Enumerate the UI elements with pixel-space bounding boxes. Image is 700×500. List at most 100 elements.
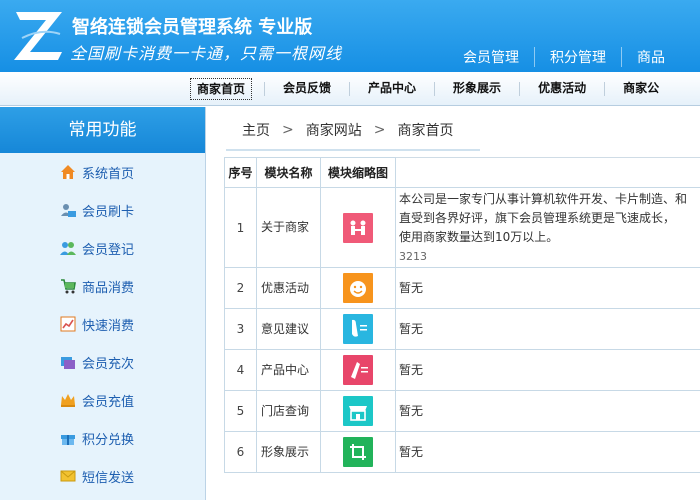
module-table: 序号 模块名称 模块缩略图 1 关于商家 本公司是一家专门从事计算机软件开发、卡… (224, 157, 700, 473)
breadcrumb-home[interactable]: 主页 (242, 120, 270, 140)
row-number: 4 (224, 349, 257, 391)
crop-icon[interactable] (343, 437, 373, 467)
sidebar-item-label: 系统首页 (82, 166, 135, 182)
thumb-cell (320, 390, 396, 432)
logo-z-icon (14, 12, 62, 60)
feedback-icon[interactable] (343, 314, 373, 344)
smile-icon[interactable] (343, 273, 373, 303)
nav-product-center[interactable]: 产品中心 (362, 78, 422, 100)
chevron-right-icon: > (282, 122, 294, 138)
gift-icon (61, 435, 75, 445)
table-row[interactable]: 5 门店查询 暂无 (224, 390, 700, 432)
module-name: 关于商家 (256, 187, 321, 268)
module-name: 产品中心 (256, 349, 321, 391)
sidebar-item-label: 会员充值 (82, 394, 135, 410)
sidebar-item-label: 商品消费 (82, 280, 135, 296)
row-number: 6 (224, 431, 257, 473)
description-id: 3213 (399, 249, 427, 263)
home-icon (61, 165, 75, 179)
sidebar-item-label: 快速消费 (82, 318, 135, 334)
module-description: 本公司是一家专门从事计算机软件开发、卡片制造、和 直受到各界好评，旗下会员管理系… (395, 187, 700, 268)
table-row[interactable]: 3 意见建议 暂无 (224, 308, 700, 350)
secondary-nav-list: 商家首页 会员反馈 产品中心 形象展示 优惠活动 商家公 (190, 78, 665, 100)
nav-divider (604, 82, 606, 96)
thumb-cell (320, 308, 396, 350)
row-number: 3 (224, 308, 257, 350)
product-icon[interactable] (343, 355, 373, 385)
column-header-description (395, 157, 700, 188)
register-users-icon (60, 242, 76, 255)
crown-icon (61, 394, 75, 407)
nav-merchant-notice[interactable]: 商家公 (617, 78, 665, 100)
sidebar-item-member-recharge[interactable]: 会员充值 (0, 381, 205, 419)
column-header-thumbnail: 模块缩略图 (320, 157, 396, 188)
breadcrumb: 主页 > 商家网站 > 商家首页 (226, 111, 480, 151)
column-header-no: 序号 (224, 157, 257, 188)
thumb-cell (320, 349, 396, 391)
row-number: 5 (224, 390, 257, 432)
sidebar: 常用功能 系统首页 会员刷卡 会员登记 商品消费 快速消费 会员充次 会员充值 … (0, 107, 206, 500)
sidebar-item-member-recharge-count[interactable]: 会员充次 (0, 343, 205, 381)
cart-icon (61, 279, 76, 294)
app-title: 智络连锁会员管理系统 专业版 (72, 17, 313, 38)
module-description: 暂无 (395, 308, 700, 350)
sidebar-item-label: 积分兑换 (82, 432, 135, 448)
nav-merchant-home[interactable]: 商家首页 (190, 78, 253, 100)
nav-member-feedback[interactable]: 会员反馈 (277, 78, 337, 100)
table-row[interactable]: 4 产品中心 暂无 (224, 349, 700, 391)
sidebar-item-label: 短信发送 (82, 470, 135, 486)
module-description: 暂无 (395, 267, 700, 309)
envelope-icon (60, 470, 76, 482)
module-name: 优惠活动 (256, 267, 321, 309)
table-row[interactable]: 2 优惠活动 暂无 (224, 267, 700, 309)
module-name: 形象展示 (256, 431, 321, 473)
main-content: 主页 > 商家网站 > 商家首页 序号 模块名称 模块缩略图 1 关于商家 本公… (214, 107, 700, 500)
top-nav-points-management[interactable]: 积分管理 (534, 47, 621, 67)
module-description: 暂无 (395, 431, 700, 473)
module-name: 意见建议 (256, 308, 321, 350)
chart-icon (60, 316, 76, 332)
sidebar-item-label: 会员充次 (82, 356, 135, 372)
sidebar-item-sms-send[interactable]: 短信发送 (0, 457, 205, 495)
nav-divider (434, 82, 436, 96)
about-icon[interactable] (343, 212, 373, 243)
description-line: 本公司是一家专门从事计算机软件开发、卡片制造、和 (399, 191, 688, 206)
description-line: 使用商家数量达到10万以上。 (399, 229, 559, 244)
secondary-nav-bar: 商家首页 会员反馈 产品中心 形象展示 优惠活动 商家公 (0, 72, 700, 106)
nav-divider (264, 82, 266, 96)
recharge-count-icon (61, 357, 75, 369)
description-line: 直受到各界好评，旗下会员管理系统更是飞速成长， (399, 210, 676, 225)
sidebar-item-goods-consume[interactable]: 商品消费 (0, 267, 205, 305)
sidebar-item-member-swipe[interactable]: 会员刷卡 (0, 191, 205, 229)
sidebar-item-label: 会员登记 (82, 242, 135, 258)
nav-image-display[interactable]: 形象展示 (447, 78, 507, 100)
sidebar-item-system-home[interactable]: 系统首页 (0, 153, 205, 191)
row-number: 2 (224, 267, 257, 309)
member-card-icon (61, 204, 76, 217)
chevron-right-icon: > (373, 122, 386, 138)
module-name: 门店查询 (256, 390, 321, 432)
thumb-cell (320, 431, 396, 473)
sidebar-item-member-register[interactable]: 会员登记 (0, 229, 205, 267)
sidebar-item-label: 会员刷卡 (82, 204, 135, 220)
app-slogan: 全国刷卡消费一卡通，只需一根网线 (70, 44, 343, 63)
app-header: 智络连锁会员管理系统 专业版 全国刷卡消费一卡通，只需一根网线 会员管理 积分管… (0, 0, 700, 72)
nav-promotions[interactable]: 优惠活动 (532, 78, 592, 100)
table-row[interactable]: 6 形象展示 暂无 (224, 431, 700, 473)
column-header-module-name: 模块名称 (256, 157, 321, 188)
module-description: 暂无 (395, 390, 700, 432)
sidebar-title: 常用功能 (0, 107, 205, 153)
sidebar-item-quick-consume[interactable]: 快速消费 (0, 305, 205, 343)
nav-divider (519, 82, 521, 96)
sidebar-item-points-exchange[interactable]: 积分兑换 (0, 419, 205, 457)
top-nav-member-management[interactable]: 会员管理 (448, 47, 534, 67)
module-description: 暂无 (395, 349, 700, 391)
table-row[interactable]: 1 关于商家 本公司是一家专门从事计算机软件开发、卡片制造、和 直受到各界好评，… (224, 187, 700, 268)
store-icon[interactable] (343, 396, 373, 426)
nav-divider (349, 82, 351, 96)
top-nav-goods[interactable]: 商品 (621, 47, 680, 67)
top-nav: 会员管理 积分管理 商品 (448, 47, 680, 67)
breadcrumb-merchant-home: 商家首页 (397, 123, 454, 139)
breadcrumb-merchant-site[interactable]: 商家网站 (306, 120, 362, 140)
thumb-cell (320, 187, 396, 268)
